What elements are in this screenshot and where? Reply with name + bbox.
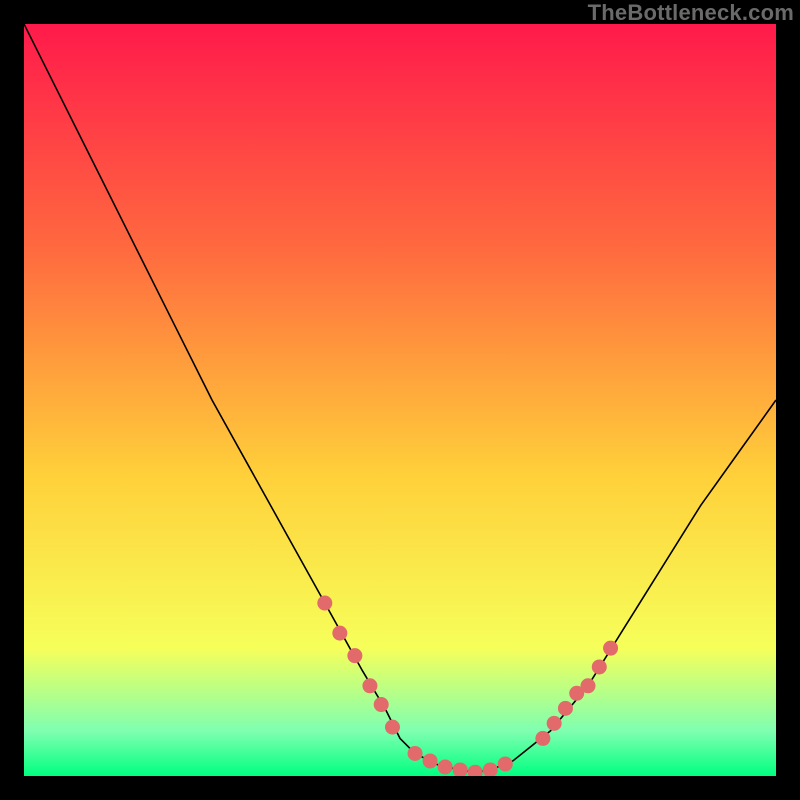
- curve-marker: [535, 731, 550, 746]
- curve-marker: [374, 697, 389, 712]
- curve-marker: [558, 701, 573, 716]
- curve-marker: [332, 626, 347, 641]
- watermark-text: TheBottleneck.com: [588, 0, 794, 26]
- curve-marker: [423, 753, 438, 768]
- chart-frame: TheBottleneck.com: [0, 0, 800, 800]
- curve-marker: [408, 746, 423, 761]
- plot-area: [24, 24, 776, 776]
- curve-marker: [498, 756, 513, 771]
- curve-marker: [592, 659, 607, 674]
- curve-marker: [362, 678, 377, 693]
- curve-marker: [581, 678, 596, 693]
- curve-marker: [385, 720, 400, 735]
- curve-marker: [317, 596, 332, 611]
- curve-marker: [438, 759, 453, 774]
- curve-marker: [547, 716, 562, 731]
- gradient-background: [24, 24, 776, 776]
- curve-marker: [347, 648, 362, 663]
- curve-marker: [603, 641, 618, 656]
- bottleneck-chart: [24, 24, 776, 776]
